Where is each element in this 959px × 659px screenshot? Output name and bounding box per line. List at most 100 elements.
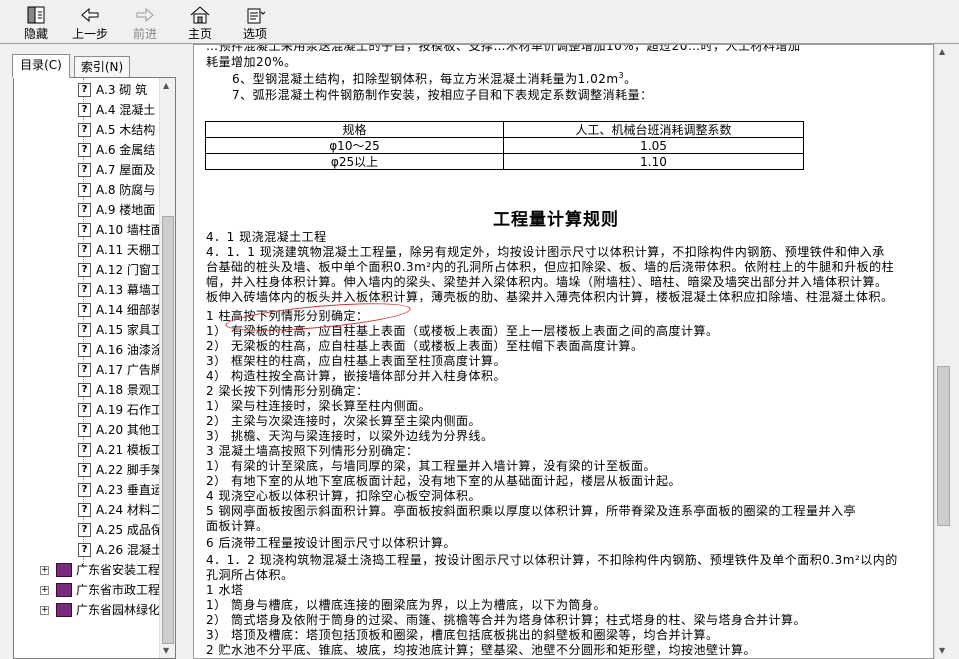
text-line-top2: 耗量增加20%。	[206, 55, 297, 69]
tree-item[interactable]: ? A.4 混凝土	[14, 100, 160, 120]
tree-list: ? A.3 砌 筑? A.4 混凝土? A.5 木结构? A.6 金属结? A.7 屋面及…	[14, 80, 160, 620]
tree-item[interactable]: ? A.20 其他工	[14, 420, 160, 440]
tree-item-label: A.14 细部装	[96, 303, 160, 317]
expand-icon[interactable]: +	[40, 586, 49, 595]
tree-item[interactable]: ? A.15 家具工	[14, 320, 160, 340]
table-row: φ25以上 1.10	[205, 153, 804, 170]
tab-index[interactable]: 索引(N)	[74, 56, 130, 78]
tree-book-label: 广东省园林绿化	[76, 603, 160, 617]
back-label: 上一步	[71, 27, 108, 41]
tree-item[interactable]: ? A.23 垂直运	[14, 480, 160, 500]
help-topic-icon: ?	[78, 263, 91, 277]
tree-book[interactable]: + 广东省安装工程	[14, 560, 160, 580]
content-scroll-thumb[interactable]	[937, 366, 950, 526]
table-cell: φ25以上	[205, 153, 504, 170]
hide-button[interactable]: 隐藏	[12, 6, 60, 42]
tree-item[interactable]: ? A.9 楼地面	[14, 200, 160, 220]
tree-item-label: A.13 幕墙工	[96, 283, 160, 297]
tree-scrollbar[interactable]: ▲ ▼	[159, 78, 175, 658]
book-icon	[56, 563, 72, 577]
tree-item-label: A.16 油漆涂	[96, 343, 160, 357]
tree-item[interactable]: ? A.25 成品保	[14, 520, 160, 540]
help-topic-icon: ?	[78, 283, 91, 297]
tree-item[interactable]: ? A.10 墙柱面	[14, 220, 160, 240]
tree-item[interactable]: ? A.18 景观工	[14, 380, 160, 400]
tree-book-label: 广东省安装工程	[76, 563, 160, 577]
tree-item-label: A.19 石作工	[96, 403, 160, 417]
tree-item-label: A.7 屋面及	[96, 163, 156, 177]
options-icon	[247, 8, 266, 24]
back-button[interactable]: 上一步	[66, 6, 114, 42]
tree-item-label: A.21 模板工	[96, 443, 160, 457]
tree-item-label: A.22 脚手架	[96, 463, 160, 477]
book-icon	[56, 583, 72, 597]
tree-item[interactable]: ? A.19 石作工	[14, 400, 160, 420]
home-button[interactable]: 主页	[176, 6, 224, 42]
hide-label: 隐藏	[23, 27, 48, 41]
tree-item-label: A.8 防腐与	[96, 183, 156, 197]
scroll-up-arrow-icon[interactable]: ▲	[163, 81, 169, 90]
help-topic-icon: ?	[78, 403, 91, 417]
tree-book[interactable]: + 广东省园林绿化	[14, 600, 160, 620]
table-cell: 1.10	[503, 153, 804, 170]
help-topic-icon: ?	[78, 163, 91, 177]
content-scrollbar[interactable]: ▲ ▼	[934, 44, 951, 659]
table-row: φ10～25 1.05	[205, 137, 804, 154]
tree-item-label: A.17 广告牌	[96, 363, 160, 377]
content-scroll-down-icon[interactable]: ▼	[939, 646, 945, 655]
tree-item[interactable]: ? A.17 广告牌	[14, 360, 160, 380]
expand-icon[interactable]: +	[40, 606, 49, 615]
help-topic-icon: ?	[78, 443, 91, 457]
tab-contents[interactable]: 目录(C)	[12, 54, 70, 78]
tree-item-label: A.10 墙柱面	[96, 223, 160, 237]
tree-item[interactable]: ? A.21 模板工	[14, 440, 160, 460]
clause-7: 7、弧形混凝土构件钢筋制作安装，按相应子目和下表规定系数调整消耗量：	[232, 88, 653, 102]
tree-item-label: A.25 成品保	[96, 523, 160, 537]
tree-item[interactable]: ? A.11 天棚工	[14, 240, 160, 260]
tree-item-label: A.26 混凝土	[96, 543, 160, 557]
options-button[interactable]: 选项	[231, 6, 279, 42]
scroll-down-arrow-icon[interactable]: ▼	[163, 646, 169, 655]
tree-item-label: A.4 混凝土	[96, 103, 156, 117]
tree-item-label: A.3 砌 筑	[96, 83, 148, 97]
toolbar: 隐藏 上一步 前进 主页 选项	[0, 0, 959, 44]
table-header-cell: 规格	[205, 121, 504, 138]
clause-6-text: 6、型钢混凝土结构，扣除型钢体积，每立方米混凝土消耗量为1.02m	[232, 72, 619, 86]
tree-item-label: A.5 木结构	[96, 123, 156, 137]
tree-item[interactable]: ? A.5 木结构	[14, 120, 160, 140]
table-header-cell: 人工、机械台班消耗调整系数	[503, 121, 804, 138]
contents-tree: ? A.3 砌 筑? A.4 混凝土? A.5 木结构? A.6 金属结? A.7 屋面及…	[13, 77, 176, 659]
tree-item[interactable]: ? A.3 砌 筑	[14, 80, 160, 100]
tree-item[interactable]: ? A.22 脚手架	[14, 460, 160, 480]
help-topic-icon: ?	[78, 83, 91, 97]
tree-book-label: 广东省市政工程	[76, 583, 160, 597]
tree-item[interactable]: ? A.7 屋面及	[14, 160, 160, 180]
help-topic-icon: ?	[78, 423, 91, 437]
tree-item-label: A.24 材料二	[96, 503, 160, 517]
tree-item[interactable]: ? A.6 金属结	[14, 140, 160, 160]
tree-item[interactable]: ? A.14 细部装	[14, 300, 160, 320]
tree-scroll-thumb[interactable]	[162, 216, 174, 644]
text-line: 6 后浇带工程量按设计图示尺寸以体积计算。	[206, 536, 456, 550]
forward-button[interactable]: 前进	[121, 6, 169, 42]
topic-content: …预拌混凝土采用泵送混凝土的子目，按模板、支撑…木材单价调整增加10%，超过20…	[193, 44, 934, 659]
tree-book[interactable]: + 广东省市政工程	[14, 580, 160, 600]
tree-item[interactable]: ? A.13 幕墙工	[14, 280, 160, 300]
expand-icon[interactable]: +	[40, 566, 49, 575]
help-topic-icon: ?	[78, 523, 91, 537]
content-scroll-up-icon[interactable]: ▲	[939, 47, 945, 56]
text-line: 板伸入砖墙体内的板头并入板体积计算，薄壳板的肋、基梁并入薄壳体积内计算，楼板混凝…	[206, 290, 894, 304]
adjustment-coefficient-table: 规格 人工、机械台班消耗调整系数 φ10～25 1.05 φ25以上 1.10	[205, 121, 804, 170]
tree-item[interactable]: ? A.12 门窗工	[14, 260, 160, 280]
tree-item-label: A.18 景观工	[96, 383, 160, 397]
tree-item[interactable]: ? A.8 防腐与	[14, 180, 160, 200]
tree-item[interactable]: ? A.24 材料二	[14, 500, 160, 520]
help-topic-icon: ?	[78, 143, 91, 157]
tree-item-label: A.15 家具工	[96, 323, 160, 337]
tree-item-label: A.12 门窗工	[96, 263, 160, 277]
help-topic-icon: ?	[78, 383, 91, 397]
tree-item-label: A.9 楼地面	[96, 203, 156, 217]
tree-item-label: A.6 金属结	[96, 143, 156, 157]
tree-item[interactable]: ? A.26 混凝土	[14, 540, 160, 560]
tree-item[interactable]: ? A.16 油漆涂	[14, 340, 160, 360]
